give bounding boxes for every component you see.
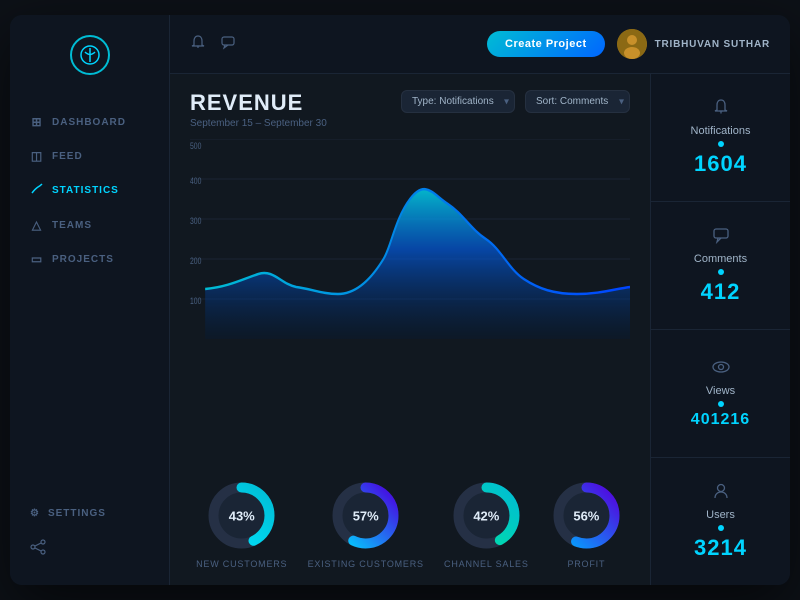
sidebar-nav: ⊞ Dashboard ◫ Feed Statistics △ Teams [10,105,169,498]
donut-title-existing-customers: EXISTING CUSTOMERS [308,559,424,569]
donut-label-channel-sales: 42% [473,508,499,523]
sidebar-item-statistics[interactable]: Statistics [10,173,169,208]
filter-type-select[interactable]: Type: Notifications Type: Comments Type:… [401,90,515,113]
donut-label-new-customers: 43% [229,508,255,523]
user-avatar [617,29,647,59]
sidebar-settings[interactable]: ⚙ Settings [30,498,149,529]
sidebar-share[interactable] [30,529,149,565]
app-container: ⊞ Dashboard ◫ Feed Statistics △ Teams [10,15,790,585]
donut-title-profit: PROFIT [567,559,605,569]
filter-sort-wrapper: Sort: Comments Sort: Date Sort: Value [525,90,630,113]
donut-card-new-customers: 43% NEW CUSTOMERS [196,478,287,569]
users-stat-dot [718,525,724,531]
main-content: Create Project TRIBHUVAN SUTHAR REVE [170,15,790,585]
statistics-icon [30,183,44,198]
teams-icon: △ [30,218,44,232]
header-icons [190,34,236,55]
users-stat-value: 3214 [694,535,747,561]
sidebar-item-projects[interactable]: ▭ Projects [10,242,169,276]
settings-icon: ⚙ [30,508,40,519]
chart-wrapper: 100 200 300 400 500 [190,139,630,468]
svg-text:500: 500 [190,141,202,151]
donut-svg-existing-customers: 57% [328,478,403,553]
chart-filters: Type: Notifications Type: Comments Type:… [401,90,630,113]
donut-svg-profit: 56% [549,478,624,553]
dashboard-icon: ⊞ [30,115,44,129]
notifications-stat-icon [712,98,730,121]
donut-label-profit: 56% [573,508,599,523]
svg-text:400: 400 [190,176,202,186]
svg-text:100: 100 [190,296,202,306]
sidebar-bottom: ⚙ Settings [10,498,169,565]
sidebar-item-teams[interactable]: △ Teams [10,208,169,242]
sidebar-item-dashboard[interactable]: ⊞ Dashboard [10,105,169,139]
comments-stat-dot [718,269,724,275]
views-stat-icon [712,358,730,381]
comments-stat-name: Comments [694,253,747,265]
users-stat-icon [712,482,730,505]
create-project-button[interactable]: Create Project [487,31,605,57]
donut-label-existing-customers: 57% [353,508,379,523]
user-name: TRIBHUVAN SUTHAR [655,39,770,50]
sidebar: ⊞ Dashboard ◫ Feed Statistics △ Teams [10,15,170,585]
stat-card-users[interactable]: Users 3214 [651,458,790,585]
donut-title-new-customers: NEW CUSTOMERS [196,559,287,569]
sidebar-item-feed[interactable]: ◫ Feed [10,139,169,173]
user-profile[interactable]: TRIBHUVAN SUTHAR [617,29,770,59]
comments-stat-value: 412 [701,279,741,305]
filter-sort-select[interactable]: Sort: Comments Sort: Date Sort: Value [525,90,630,113]
content-body: REVENUE September 15 – September 30 Type… [170,74,790,585]
donut-svg-new-customers: 43% [204,478,279,553]
donut-card-existing-customers: 57% EXISTING CUSTOMERS [308,478,424,569]
chart-area: REVENUE September 15 – September 30 Type… [170,74,650,585]
donut-card-channel-sales: 42% CHANNEL SALES [444,478,529,569]
notification-header-icon[interactable] [190,34,206,55]
header: Create Project TRIBHUVAN SUTHAR [170,15,790,74]
comments-stat-icon [712,226,730,249]
views-stat-name: Views [706,385,735,397]
donut-title-channel-sales: CHANNEL SALES [444,559,529,569]
chart-title-block: REVENUE September 15 – September 30 [190,90,401,129]
stat-card-notifications[interactable]: Notifications 1604 [651,74,790,202]
chart-header: REVENUE September 15 – September 30 Type… [190,90,630,129]
stat-card-views[interactable]: Views 401216 [651,330,790,458]
stat-card-comments[interactable]: Comments 412 [651,202,790,330]
users-stat-name: Users [706,509,735,521]
svg-text:200: 200 [190,256,202,266]
chart-title: REVENUE [190,90,401,116]
donut-card-profit: 56% PROFIT [549,478,624,569]
svg-text:300: 300 [190,216,202,226]
notifications-stat-dot [718,141,724,147]
chart-subtitle: September 15 – September 30 [190,118,401,129]
views-stat-dot [718,401,724,407]
stats-panel: Notifications 1604 Comments 412 [650,74,790,585]
chat-header-icon[interactable] [220,34,236,55]
filter-type-wrapper: Type: Notifications Type: Comments Type:… [401,90,515,113]
donut-svg-channel-sales: 42% [449,478,524,553]
donut-row: 43% NEW CUSTOMERS [190,468,630,569]
feed-icon: ◫ [30,149,44,163]
projects-icon: ▭ [30,252,44,266]
notifications-stat-name: Notifications [691,125,751,137]
sidebar-logo[interactable] [70,35,110,75]
chart-svg: 100 200 300 400 500 [190,139,630,339]
notifications-stat-value: 1604 [694,151,747,177]
views-stat-value: 401216 [691,411,750,429]
